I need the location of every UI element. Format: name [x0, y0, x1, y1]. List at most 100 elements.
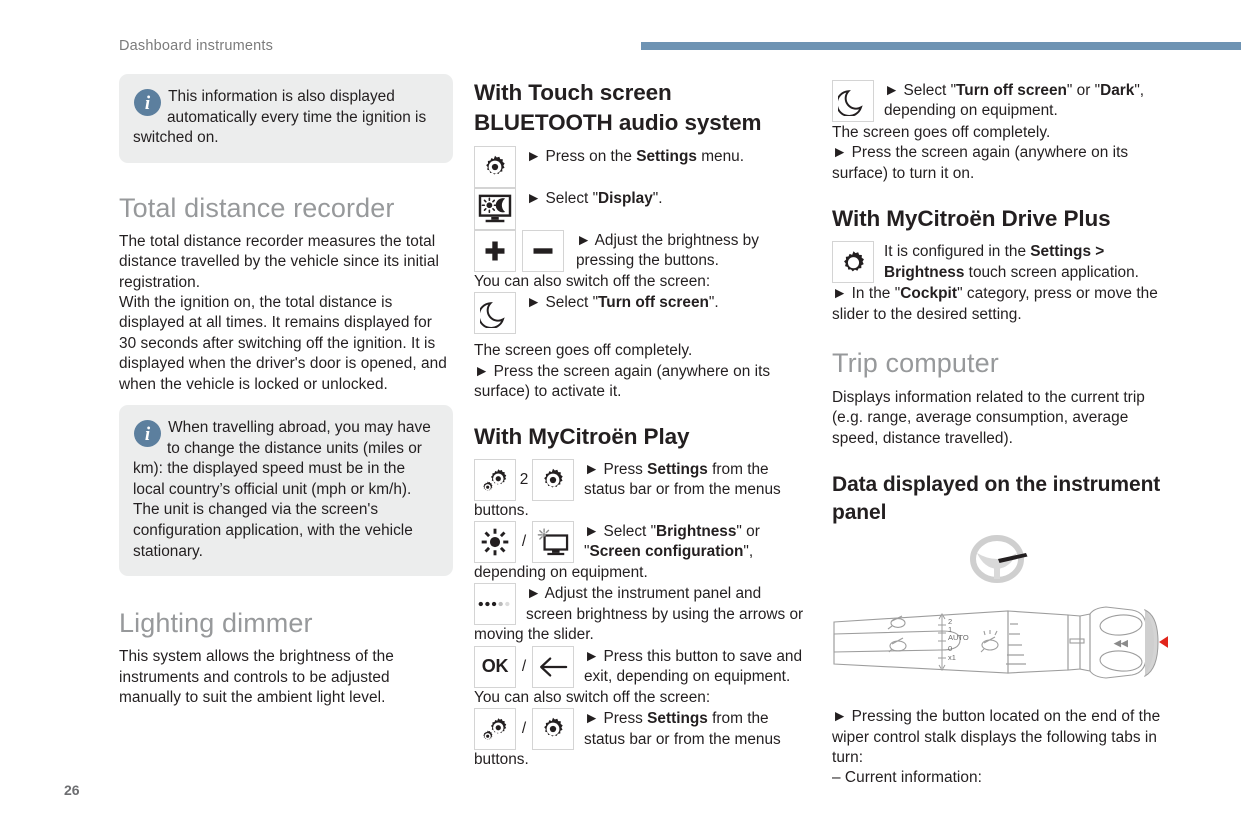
slider-dots-icon[interactable] — [474, 583, 516, 626]
minus-icon[interactable] — [522, 230, 564, 272]
step-text-part-1: Adjust the instrument panel and screen b… — [526, 585, 804, 623]
step-play-adjust-slider-text: ► Adjust the instrument panel and screen… — [516, 583, 808, 625]
flow-press-screen-again-right: ► Press the screen again (anywhere on it… — [832, 144, 1129, 182]
step-text-bold-2: Brightness — [884, 263, 965, 281]
stalk-scale-labels: 2 1 AUTO 0 x1 — [948, 617, 969, 662]
step-press-settings-menu: ► Press on the Settings menu. — [474, 146, 808, 188]
step-text-bold-2: Screen configuration — [589, 543, 744, 561]
step-select-display-text: ► Select "Display". — [516, 188, 663, 209]
step-play-select-brightness-text: ► Select "Brightness" or "Screen configu… — [574, 521, 760, 563]
flow-switch-off-screen-1: You can also switch off the screen: — [474, 273, 711, 290]
wiper-control-stalk-illustration: 2 1 AUTO 0 x1 ◀◀ — [832, 594, 1195, 695]
step-play-press-settings-text: ► Press Settings from the status bar or … — [574, 459, 808, 501]
brightness-sun-icon[interactable] — [474, 521, 516, 564]
heading-mycitroen-drive-plus: With MyCitroën Drive Plus — [832, 206, 1111, 232]
heading-mycitroen-play: With MyCitroën Play — [474, 423, 690, 449]
step-text-part-1: Press — [603, 460, 648, 478]
quote-close: ", — [743, 543, 754, 561]
gear-icon[interactable] — [532, 708, 574, 751]
svg-text:◀◀: ◀◀ — [1113, 638, 1129, 648]
plus-icon[interactable] — [474, 230, 516, 272]
step-play-adjust-slider: ► Adjust the instrument panel and screen… — [474, 583, 808, 626]
step-text-part-1: Select " — [603, 523, 657, 541]
flow-buttons-2: buttons. — [474, 751, 529, 769]
flow-cockpit-bold: Cockpit — [900, 285, 958, 303]
info-note-ignition: This information is also displayed autom… — [119, 74, 453, 163]
manual-page: Dashboard instruments 26 This informatio… — [0, 0, 1241, 827]
step-turn-off-screen-dark: ► Select "Turn off screen" or "Dark", de… — [832, 80, 1168, 122]
step-text-part-1: It is configured in the — [884, 243, 1031, 261]
step-text-part-2: menu. — [696, 148, 744, 165]
column-right: ► Select "Turn off screen" or "Dark", de… — [832, 74, 1195, 789]
step-text-bold: Settings — [647, 460, 708, 478]
gear-icon[interactable] — [474, 146, 516, 188]
step-text-part-2: ". — [708, 294, 719, 312]
steering-wheel-illustration — [832, 535, 1168, 588]
icon-separator-slash: / — [521, 720, 527, 738]
step-text-part-2: ". — [652, 190, 663, 207]
gears-double-icon[interactable] — [474, 458, 516, 501]
svg-text:0: 0 — [948, 644, 952, 653]
screen-brightness-icon[interactable] — [532, 521, 574, 564]
flow-depending-on-equipment: depending on equipment. — [474, 564, 648, 582]
step-play-press-settings-2: / ► Press Settings from the status bar o… — [474, 708, 808, 751]
header-rule — [641, 42, 1241, 50]
flow-switch-off-screen-2: You can also switch off the screen: — [474, 688, 711, 706]
paragraph-current-information: – Current information: — [832, 769, 982, 787]
stalk-button-marks: ◀◀ — [1113, 638, 1129, 648]
flow-press-screen-again: ► Press the screen again (anywhere on it… — [474, 362, 771, 401]
bullet-arrow-icon: ► — [884, 82, 900, 99]
svg-text:AUTO: AUTO — [948, 633, 969, 642]
gears-double-icon[interactable] — [474, 708, 516, 751]
step-adjust-brightness-buttons: ► Adjust the brightness by pressing the … — [474, 230, 808, 272]
info-note-units-text-2: The unit is changed via the screen's con… — [133, 501, 413, 560]
column-left: This information is also displayed autom… — [119, 74, 453, 708]
step-play-press-settings: 2 ► Press Settings from the status bar o… — [474, 458, 808, 501]
moon-icon[interactable] — [832, 80, 874, 122]
gear-icon[interactable] — [532, 458, 574, 501]
paragraph-total-distance-2: With the ignition on, the total distance… — [119, 294, 447, 393]
red-arrow-shape — [1159, 633, 1195, 651]
flow-buttons-1: buttons. — [474, 501, 529, 519]
step-play-save-exit: OK / ► Press this button to save and exi… — [474, 645, 808, 688]
info-note-ignition-text: This information is also displayed autom… — [133, 88, 427, 147]
step-adjust-brightness-text: ► Adjust the brightness by pressing the … — [564, 230, 808, 272]
heading-trip-computer: Trip computer — [832, 348, 999, 379]
step-drive-plus-configure: It is configured in the Settings > Brigh… — [832, 241, 1168, 284]
icon-separator-slash: / — [521, 657, 527, 675]
step-text-bold-1: Turn off screen — [956, 82, 1067, 99]
moon-icon[interactable] — [474, 292, 516, 335]
step-turn-off-screen: ► Select "Turn off screen". — [474, 292, 808, 335]
step-text-part-1: Select " — [545, 190, 599, 207]
bullet-arrow-icon: ► — [584, 647, 600, 665]
bullet-arrow-icon: ► — [526, 585, 542, 603]
display-sun-moon-icon[interactable] — [474, 188, 516, 230]
back-arrow-icon[interactable] — [532, 645, 574, 688]
step-text-bold: Turn off screen — [598, 294, 709, 312]
column-middle: With Touch screen BLUETOOTH audio system… — [474, 74, 808, 771]
step-text-part-2: " or " — [1066, 82, 1101, 99]
step-text-part-1: Adjust the brightness by pressing the bu… — [576, 232, 759, 270]
step-select-display: ► Select "Display". — [474, 188, 808, 230]
step-text-part-2: touch screen application. — [964, 263, 1139, 281]
bullet-arrow-icon: ► — [526, 294, 542, 312]
flow-moving-the-slider: moving the slider. — [474, 626, 594, 644]
paragraph-total-distance-1: The total distance recorder measures the… — [119, 232, 439, 291]
ok-button-icon[interactable]: OK — [474, 645, 516, 688]
page-number: 26 — [64, 782, 80, 798]
paragraph-trip-computer: Displays information related to the curr… — [832, 389, 1145, 447]
info-icon — [134, 420, 161, 448]
step-text-bold-1: Settings > — [1030, 243, 1105, 261]
bullet-arrow-icon: ► — [526, 148, 542, 165]
bullet-arrow-icon: ► — [584, 710, 600, 728]
ok-label: OK — [481, 656, 509, 677]
heading-total-distance-recorder: Total distance recorder — [119, 192, 395, 223]
step-press-settings-menu-text: ► Press on the Settings menu. — [516, 146, 744, 167]
flow-screen-goes-off-right: The screen goes off completely. — [832, 124, 1051, 141]
step-text-part-2: " or — [736, 523, 760, 541]
gear-icon[interactable] — [832, 241, 874, 284]
flow-cockpit-part-1: ► In the " — [832, 285, 901, 303]
step-text-part-1: Press — [603, 710, 648, 728]
step-play-save-exit-text: ► Press this button to save and exit, de… — [574, 646, 808, 688]
step-text-bold-2: Dark — [1100, 82, 1135, 99]
